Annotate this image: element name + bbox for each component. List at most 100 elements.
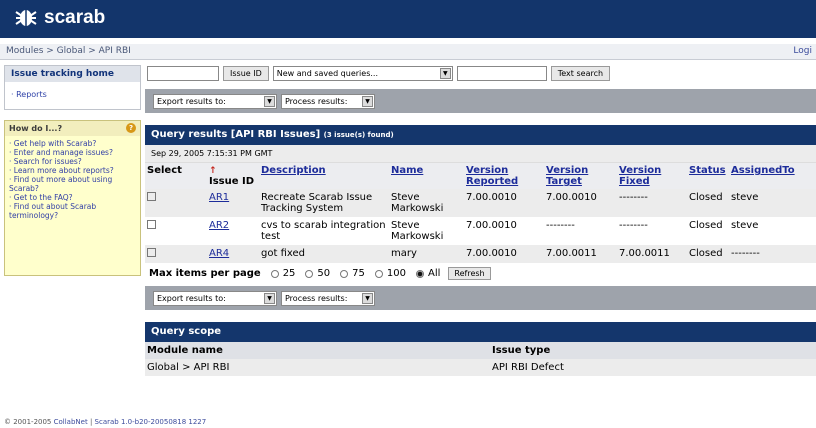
issue-tracking-home-link[interactable]: Issue tracking home <box>5 66 140 82</box>
issue-id-link[interactable]: AR1 <box>209 192 229 203</box>
status-cell: Closed <box>689 192 723 203</box>
help-item-using-scarab[interactable]: · Find out more about using Scarab? <box>9 175 136 193</box>
description-cell: Recreate Scarab Issue Tracking System <box>261 192 373 214</box>
process-results-select-bottom[interactable]: Process results: ▼ <box>281 290 375 306</box>
reports-link[interactable]: · Reports <box>5 82 140 109</box>
radio-25[interactable] <box>270 269 279 278</box>
export-results-select[interactable]: Export results to: ▼ <box>153 93 277 109</box>
scope-row: Global > API RBI API RBI Defect <box>145 359 816 376</box>
scope-header-row: Module name Issue type <box>145 342 816 359</box>
col-assigned-to[interactable]: AssignedTo <box>729 163 816 189</box>
process-results-select[interactable]: Process results: ▼ <box>281 93 375 109</box>
footer-separator: | <box>89 418 93 426</box>
text-search-button[interactable]: Text search <box>550 65 611 81</box>
issue-id-button[interactable]: Issue ID <box>223 65 269 81</box>
description-cell: cvs to scarab integration test <box>261 220 386 242</box>
radio-100[interactable] <box>374 269 383 278</box>
refresh-button[interactable]: Refresh <box>448 267 491 280</box>
home-box: Issue tracking home · Reports <box>4 65 141 110</box>
scarab-logo[interactable]: scarab <box>14 7 105 29</box>
status-cell: Closed <box>689 248 723 259</box>
breadcrumb: Modules > Global > API RBI Logi <box>0 44 816 60</box>
reported-cell: 7.00.0010 <box>466 248 517 259</box>
help-item-get-help[interactable]: · Get help with Scarab? <box>9 139 136 148</box>
paging-row: Max items per page 25 50 75 100 All Refr… <box>145 263 816 284</box>
radio-75[interactable] <box>340 269 349 278</box>
export-results-select-bottom[interactable]: Export results to: ▼ <box>153 290 277 306</box>
search-toolbar: Issue ID New and saved queries... ▼ Text… <box>145 63 816 83</box>
fixed-cell: -------- <box>619 192 648 203</box>
assigned-cell: steve <box>731 220 759 231</box>
text-search-input[interactable] <box>456 65 547 81</box>
scarab-logo-icon <box>15 10 37 26</box>
help-item-faq[interactable]: · Get to the FAQ? <box>9 193 136 202</box>
col-status-link[interactable]: Status <box>689 165 726 176</box>
results-header-row: Select ↑ Issue ID Description Name Versio… <box>145 163 816 189</box>
col-name-link[interactable]: Name <box>391 165 423 176</box>
main-content: Issue ID New and saved queries... ▼ Text… <box>145 63 816 376</box>
radio-100-label: 100 <box>386 268 406 279</box>
select-cell <box>145 217 207 245</box>
reported-cell: 7.00.0010 <box>466 220 517 231</box>
col-version-reported[interactable]: Version Reported <box>464 163 544 189</box>
export-results-value: Export results to: <box>157 96 226 106</box>
issue-id-link[interactable]: AR4 <box>209 248 229 259</box>
collabnet-link[interactable]: CollabNet <box>54 418 88 426</box>
issue-id-link[interactable]: AR2 <box>209 220 229 231</box>
export-bar-bottom: Export results to: ▼ Process results: ▼ <box>145 286 816 310</box>
col-issue-id[interactable]: ↑ Issue ID <box>207 163 259 189</box>
help-item-enter-issues[interactable]: · Enter and manage issues? <box>9 148 136 157</box>
col-version-target-link[interactable]: Version Target <box>546 165 588 187</box>
fixed-cell: -------- <box>619 220 648 231</box>
col-version-target[interactable]: Version Target <box>544 163 617 189</box>
help-icon[interactable]: ? <box>126 123 136 133</box>
row-checkbox[interactable] <box>147 220 156 229</box>
radio-50-label: 50 <box>317 268 331 279</box>
dropdown-arrow-icon: ▼ <box>264 292 275 304</box>
scarab-link[interactable]: Scarab <box>95 418 119 426</box>
select-cell <box>145 189 207 217</box>
issue-type-cell: API RBI Defect <box>492 362 564 373</box>
logo-text: scarab <box>44 7 106 28</box>
results-count: (3 issue(s) found) <box>323 131 394 139</box>
col-status[interactable]: Status <box>687 163 729 189</box>
col-description[interactable]: Description <box>259 163 389 189</box>
radio-50[interactable] <box>305 269 314 278</box>
col-description-link[interactable]: Description <box>261 165 326 176</box>
app-header: scarab <box>0 0 816 38</box>
col-issue-id-label: Issue ID <box>209 176 255 187</box>
login-link[interactable]: Logi <box>793 46 812 56</box>
help-header: How do I...? ? <box>5 121 140 136</box>
help-item-terminology[interactable]: · Find out about Scarab terminology? <box>9 202 136 220</box>
col-name[interactable]: Name <box>389 163 464 189</box>
saved-queries-value: New and saved queries... <box>276 68 378 78</box>
process-results-value: Process results: <box>285 96 348 106</box>
dropdown-arrow-icon: ▼ <box>264 95 275 107</box>
target-cell: -------- <box>546 220 575 231</box>
help-title: How do I...? <box>9 124 63 133</box>
results-header: Query results [API RBI Issues] (3 issue(… <box>145 125 816 145</box>
radio-25-label: 25 <box>282 268 296 279</box>
issue-id-input[interactable] <box>147 65 219 81</box>
radio-all[interactable] <box>415 269 424 278</box>
help-box: How do I...? ? · Get help with Scarab? ·… <box>4 120 141 276</box>
col-version-reported-link[interactable]: Version Reported <box>466 165 518 187</box>
help-item-search[interactable]: · Search for issues? <box>9 157 136 166</box>
table-row: AR4 got fixed mary 7.00.0010 7.00.0011 7… <box>145 245 816 263</box>
name-cell: Steve Markowski <box>391 192 444 214</box>
col-version-fixed[interactable]: Version Fixed <box>617 163 687 189</box>
issue-id-cell: AR4 <box>207 245 259 263</box>
radio-all-label: All <box>427 268 441 279</box>
help-item-reports[interactable]: · Learn more about reports? <box>9 166 136 175</box>
row-checkbox[interactable] <box>147 192 156 201</box>
results-table: Select ↑ Issue ID Description Name Versio… <box>145 163 816 263</box>
sidebar: Issue tracking home · Reports How do I..… <box>0 63 143 276</box>
col-assigned-to-link[interactable]: AssignedTo <box>731 165 795 176</box>
col-version-fixed-link[interactable]: Version Fixed <box>619 165 661 187</box>
module-cell: Global > API RBI <box>147 362 230 373</box>
saved-queries-select[interactable]: New and saved queries... ▼ <box>272 65 453 81</box>
process-results-value: Process results: <box>285 293 348 303</box>
row-checkbox[interactable] <box>147 248 156 257</box>
name-cell: mary <box>391 248 417 259</box>
breadcrumb-text[interactable]: Modules > Global > API RBI <box>6 46 131 56</box>
